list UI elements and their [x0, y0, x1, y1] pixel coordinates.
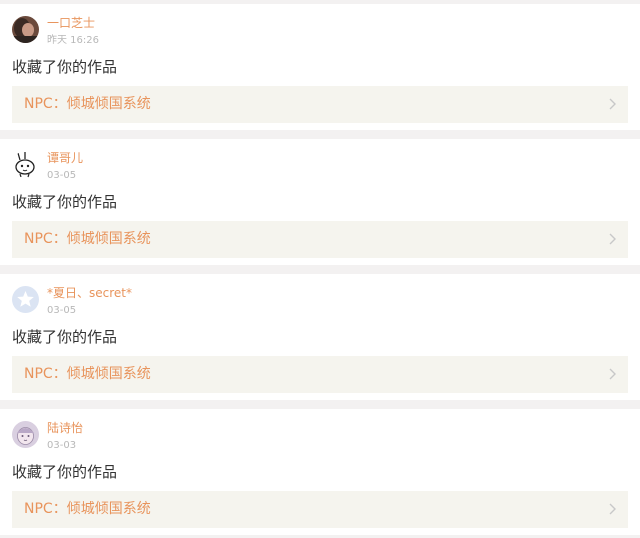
action-text: 收藏了你的作品	[12, 463, 118, 481]
work-title: NPC：倾城倾国系统	[24, 96, 151, 112]
username-link[interactable]: 一口芝士	[47, 15, 95, 31]
username-link[interactable]: 谭哥儿	[47, 150, 83, 166]
work-link[interactable]: NPC：倾城倾国系统	[12, 86, 628, 123]
notification-card: 一口芝士 昨天 16:26 收藏了你的作品 NPC：倾城倾国系统	[0, 4, 640, 130]
username-link[interactable]: *夏日、secret*	[47, 285, 132, 301]
timestamp: 昨天 16:26	[47, 35, 99, 46]
bunny-avatar-icon[interactable]	[12, 151, 39, 178]
work-link[interactable]: NPC：倾城倾国系统	[12, 356, 628, 393]
notification-card: 谭哥儿 03-05 收藏了你的作品 NPC：倾城倾国系统	[0, 139, 640, 265]
action-text: 收藏了你的作品	[12, 328, 118, 346]
chevron-right-icon	[608, 96, 618, 112]
work-title: NPC：倾城倾国系统	[24, 231, 151, 247]
default-star-avatar-icon[interactable]	[12, 286, 39, 313]
username-link[interactable]: 陆诗怡	[47, 420, 83, 436]
timestamp: 03-05	[47, 170, 77, 181]
notification-feed: 一口芝士 昨天 16:26 收藏了你的作品 NPC：倾城倾国系统 谭哥儿 03-…	[0, 0, 640, 538]
chevron-right-icon	[608, 366, 618, 382]
chevron-right-icon	[608, 501, 618, 517]
action-text: 收藏了你的作品	[12, 58, 118, 76]
action-text: 收藏了你的作品	[12, 193, 118, 211]
timestamp: 03-03	[47, 440, 77, 451]
work-link[interactable]: NPC：倾城倾国系统	[12, 221, 628, 258]
work-link[interactable]: NPC：倾城倾国系统	[12, 491, 628, 528]
notification-card: *夏日、secret* 03-05 收藏了你的作品 NPC：倾城倾国系统	[0, 274, 640, 400]
cartoon-avatar-icon[interactable]	[12, 421, 39, 448]
work-title: NPC：倾城倾国系统	[24, 366, 151, 382]
timestamp: 03-05	[47, 305, 77, 316]
work-title: NPC：倾城倾国系统	[24, 501, 151, 517]
chevron-right-icon	[608, 231, 618, 247]
photo-avatar-icon[interactable]	[12, 16, 39, 43]
notification-card: 陆诗怡 03-03 收藏了你的作品 NPC：倾城倾国系统	[0, 409, 640, 535]
